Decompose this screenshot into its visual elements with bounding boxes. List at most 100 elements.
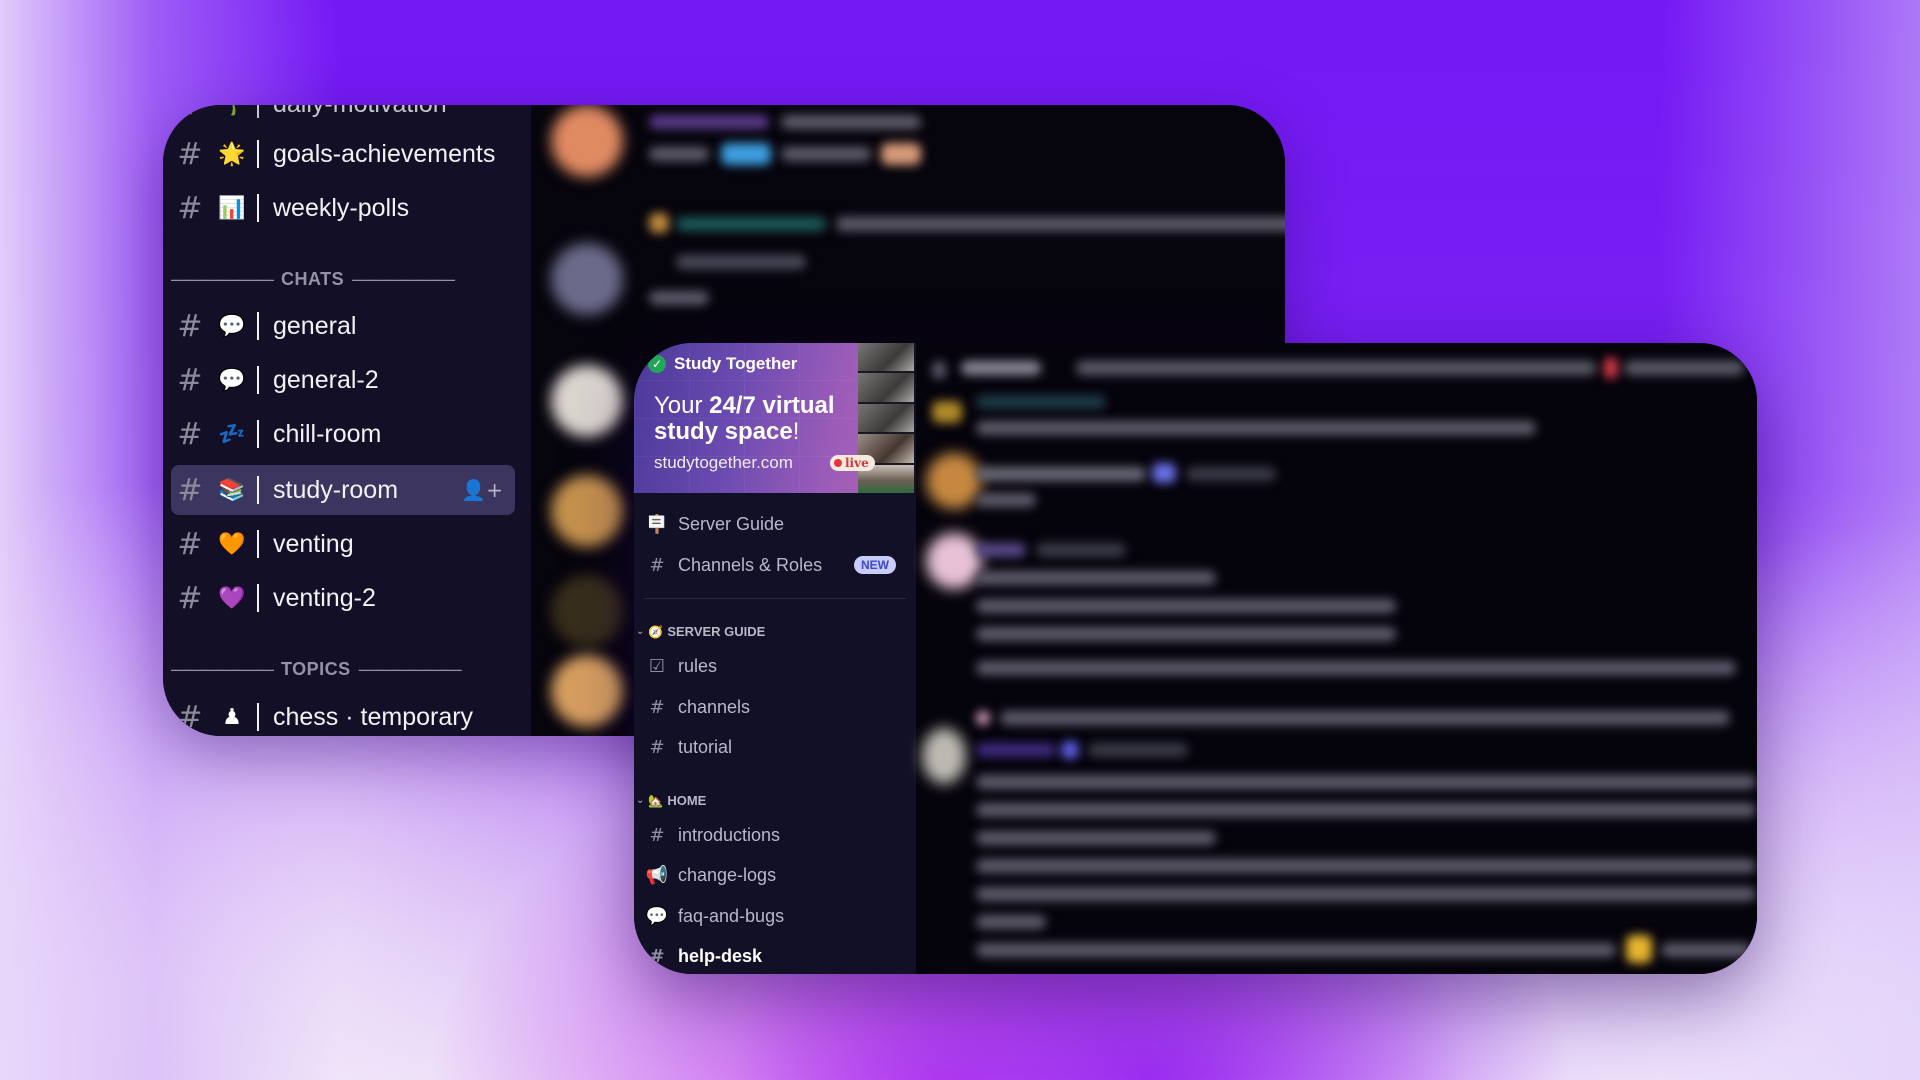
blurred-text xyxy=(961,361,1041,375)
channel-channels[interactable]: # channels xyxy=(644,690,906,724)
avatar xyxy=(922,728,966,784)
hash-icon: # xyxy=(177,472,203,508)
pawn-icon: ♟ xyxy=(222,704,242,730)
add-member-icon[interactable]: 👤+ xyxy=(461,478,503,502)
channel-study-room[interactable]: # 📚 study-room 👤+ xyxy=(171,465,515,515)
blurred-text xyxy=(976,543,1026,557)
blurred-text xyxy=(976,915,1046,929)
blurred-emoji xyxy=(721,143,771,165)
category-home[interactable]: ⌄ 🏡 HOME xyxy=(636,793,706,808)
chevron-down-icon: ⌄ xyxy=(636,626,645,637)
divider-pipe xyxy=(257,105,259,118)
channel-general[interactable]: # 💬 general xyxy=(171,301,515,351)
channel-goals-achievements[interactable]: # 🌟 goals-achievements xyxy=(171,129,515,179)
blurred-text xyxy=(976,803,1756,817)
forum-icon: # xyxy=(649,945,665,967)
blurred-text xyxy=(676,255,806,269)
blurred-text xyxy=(976,661,1736,675)
channel-general-2[interactable]: # 💬 general-2 xyxy=(171,355,515,405)
channel-tutorial[interactable]: # tutorial xyxy=(644,730,906,764)
star-icon: 🌟 xyxy=(218,141,246,167)
channel-label: rules xyxy=(678,655,718,676)
channel-label: introductions xyxy=(678,824,781,845)
compass-icon: 🧭 xyxy=(648,624,664,639)
blurred-text xyxy=(1076,361,1596,375)
blurred-text xyxy=(976,743,1056,757)
new-badge: NEW xyxy=(854,556,896,574)
divider-pipe xyxy=(257,140,259,168)
category-server-guide[interactable]: ⌄ 🧭 SERVER GUIDE xyxy=(636,624,765,639)
channel-label: channels xyxy=(678,696,751,717)
hash-icon: # xyxy=(177,526,203,562)
channel-label: general-2 xyxy=(273,365,379,394)
blurred-text xyxy=(781,115,921,129)
server-banner[interactable]: ✓ Study Together Your 24/7 virtual study… xyxy=(634,343,914,493)
channel-label: study-room xyxy=(273,475,399,504)
blurred-text xyxy=(781,147,871,161)
verified-badge-icon: ✓ xyxy=(648,355,666,373)
photo xyxy=(858,373,914,402)
channel-faq-and-bugs[interactable]: 💬 faq-and-bugs xyxy=(644,899,906,933)
sidebar-separator xyxy=(644,598,906,599)
channel-label: daily-motivation xyxy=(273,105,447,119)
channel-label: venting xyxy=(273,529,354,558)
blurred-text xyxy=(836,217,1285,231)
nav-channels-roles[interactable]: # Channels & Roles NEW xyxy=(644,548,906,582)
divider-pipe xyxy=(257,703,259,731)
photo xyxy=(858,403,914,433)
blurred-text xyxy=(976,859,1756,873)
channel-help-desk[interactable]: # help-desk xyxy=(644,939,906,973)
purple-heart-icon: 💜 xyxy=(218,585,246,611)
blurred-text xyxy=(1036,543,1126,557)
megaphone-icon: 📢 xyxy=(645,864,669,886)
section-chats: —————— CHATS —————— xyxy=(171,269,455,289)
channel-chess[interactable]: # ♟ chess · temporary xyxy=(171,692,515,736)
channel-chill-room[interactable]: # 💤 chill-room xyxy=(171,409,515,459)
nav-label: Channels & Roles xyxy=(678,554,823,575)
front-channel-sidebar: ✓ Study Together Your 24/7 virtual study… xyxy=(634,343,916,974)
avatar xyxy=(551,105,623,177)
live-badge: live xyxy=(830,455,875,471)
house-icon: 🏡 xyxy=(648,793,664,808)
server-name[interactable]: Study Together xyxy=(674,354,797,374)
sprout-icon: 🌱 xyxy=(217,105,247,117)
blurred-emoji xyxy=(881,143,921,165)
blurred-text xyxy=(1186,467,1276,481)
avatar xyxy=(551,243,623,315)
blurred-text xyxy=(976,943,1616,957)
divider-pipe xyxy=(257,366,259,394)
channel-change-logs[interactable]: 📢 change-logs xyxy=(644,858,906,892)
speech-bubble-icon: 💬 xyxy=(218,313,246,339)
channel-label: chess · temporary xyxy=(273,702,474,731)
banner-url: studytogether.com xyxy=(654,453,793,472)
blurred-text xyxy=(976,467,1146,481)
blurred-text xyxy=(976,395,1106,409)
channel-weekly-polls[interactable]: # 📊 weekly-polls xyxy=(171,183,515,233)
blurred-text xyxy=(649,147,709,161)
blurred-avatar xyxy=(649,213,669,233)
divider-pipe xyxy=(257,194,259,222)
channel-rules[interactable]: ☑ rules xyxy=(644,649,906,683)
blurred-text xyxy=(976,887,1756,901)
blurred-emoji xyxy=(1604,357,1618,379)
divider-pipe xyxy=(257,476,259,504)
divider-pipe xyxy=(257,420,259,448)
channel-venting-2[interactable]: # 💜 venting-2 xyxy=(171,573,515,623)
channel-daily-motivation[interactable]: # 🌱 daily-motivation xyxy=(171,105,515,129)
blurred-text xyxy=(976,831,1216,845)
blurred-text xyxy=(976,421,1536,435)
zzz-icon: 💤 xyxy=(218,421,246,447)
channel-introductions[interactable]: # introductions xyxy=(644,818,906,852)
section-topics: —————— TOPICS —————— xyxy=(171,659,462,679)
nav-server-guide[interactable]: 🪧 Server Guide xyxy=(644,507,906,541)
blurred-emoji xyxy=(1626,935,1652,963)
channel-browse-icon: # xyxy=(649,554,665,576)
rules-checkbox-icon: ☑ xyxy=(648,655,666,677)
orange-heart-icon: 🧡 xyxy=(218,531,246,557)
nav-label: Server Guide xyxy=(678,513,785,534)
blurred-text xyxy=(976,775,1756,789)
speech-bubble-icon: 💬 xyxy=(218,367,246,393)
divider-pipe xyxy=(257,584,259,612)
blurred-avatar xyxy=(976,711,990,725)
channel-venting[interactable]: # 🧡 venting xyxy=(171,519,515,569)
